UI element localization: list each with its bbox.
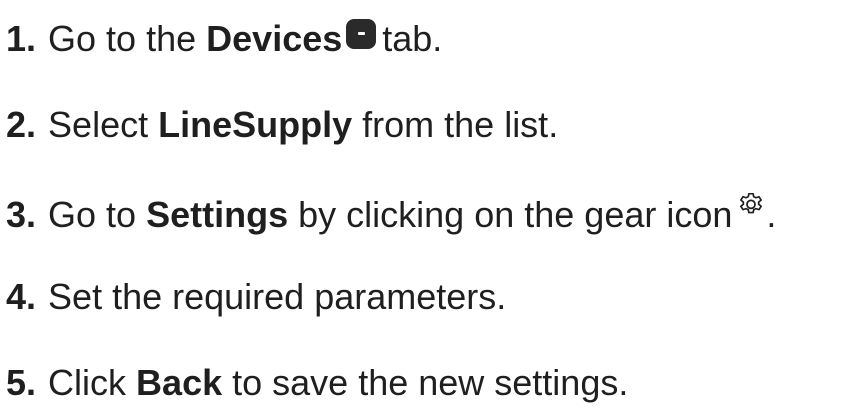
step-4: 4. Set the required parameters. <box>6 275 506 319</box>
step-5: 5. Click Back to save the new settings. <box>6 361 628 405</box>
back-label: Back <box>136 362 223 403</box>
step-number: 3. <box>6 194 37 235</box>
step-3: 3. Go to Settings by clicking on the gear… <box>6 189 776 237</box>
step-text: Select <box>48 104 149 145</box>
step-number: 2. <box>6 104 37 145</box>
settings-label: Settings <box>146 194 289 235</box>
step-text: tab. <box>382 18 443 59</box>
devices-tab-icon <box>346 19 377 49</box>
step-number: 4. <box>6 276 37 317</box>
step-text: from the list. <box>362 104 559 145</box>
step-number: 1. <box>6 18 37 59</box>
devices-label: Devices <box>206 18 343 59</box>
step-text: . <box>766 194 777 235</box>
step-2: 2. Select LineSupply from the list. <box>6 103 558 147</box>
step-text: Go to the <box>48 18 197 59</box>
step-1: 1. Go to the Devices tab. <box>6 17 442 61</box>
gear-icon <box>740 192 763 214</box>
step-text: to save the new settings. <box>232 362 629 403</box>
step-text: by clicking on the gear icon <box>298 194 733 235</box>
step-text: Click <box>48 362 127 403</box>
linesupply-label: LineSupply <box>158 104 353 145</box>
step-text: Go to <box>48 194 137 235</box>
step-text: Set the required parameters. <box>48 276 507 317</box>
step-number: 5. <box>6 362 37 403</box>
